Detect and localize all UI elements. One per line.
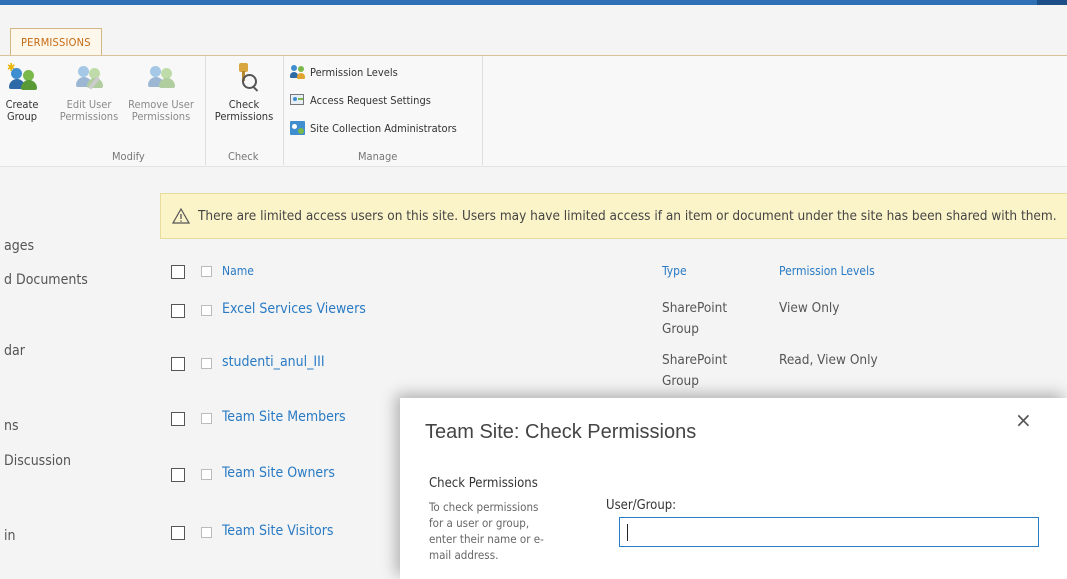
row-checkbox[interactable] <box>171 412 185 426</box>
nav-item-discussion[interactable]: Discussion <box>4 453 71 469</box>
row-select-box[interactable] <box>201 469 212 480</box>
group-name-link[interactable]: studenti_anul_III <box>222 354 325 370</box>
group-label-check: Check <box>228 150 259 163</box>
group-permission-levels: Read, View Only <box>779 352 878 368</box>
create-group-icon: ✱ <box>7 62 37 92</box>
group-name-link[interactable]: Team Site Members <box>222 409 346 425</box>
user-group-input[interactable] <box>619 517 1039 547</box>
group-name-link[interactable]: Team Site Owners <box>222 465 335 481</box>
limited-access-banner: There are limited access users on this s… <box>160 193 1067 239</box>
row-select-box[interactable] <box>201 358 212 369</box>
warning-icon <box>172 208 190 224</box>
ribbon-tabstrip: PERMISSIONS <box>0 5 1067 57</box>
column-header-name[interactable]: Name <box>222 264 254 278</box>
ribbon: ✱ Create Group Edit User Permissions Rem… <box>0 55 1067 167</box>
close-icon[interactable]: × <box>1015 408 1032 432</box>
user-group-label: User/Group: <box>606 498 677 513</box>
select-all-item-checkbox[interactable] <box>201 266 212 277</box>
text-cursor <box>627 524 628 541</box>
remove-user-permissions-button[interactable]: Remove User Permissions <box>126 62 196 123</box>
group-label-modify: Modify <box>112 150 145 163</box>
group-type: SharePoint Group <box>662 300 728 337</box>
site-collection-administrators-button[interactable]: Site Collection Administrators <box>290 120 457 136</box>
row-select-box[interactable] <box>201 413 212 424</box>
access-request-settings-button[interactable]: Access Request Settings <box>290 92 431 108</box>
dialog-title: Team Site: Check Permissions <box>425 421 697 443</box>
check-permissions-button[interactable]: Check Permissions <box>210 62 278 123</box>
access-request-icon <box>290 92 306 108</box>
row-select-box[interactable] <box>201 305 212 316</box>
group-name-link[interactable]: Excel Services Viewers <box>222 301 366 317</box>
ribbon-separator <box>283 56 284 165</box>
check-permissions-dialog: Team Site: Check Permissions × Check Per… <box>400 398 1067 579</box>
banner-text: There are limited access users on this s… <box>198 208 1057 224</box>
edit-user-icon <box>74 62 104 92</box>
edit-user-permissions-button[interactable]: Edit User Permissions <box>58 62 120 123</box>
permission-levels-icon <box>290 64 306 80</box>
row-checkbox[interactable] <box>171 357 185 371</box>
create-group-button[interactable]: ✱ Create Group <box>4 62 40 123</box>
site-admins-icon <box>290 120 306 136</box>
nav-item-calendar[interactable]: dar <box>4 343 25 359</box>
group-label-manage: Manage <box>358 150 398 163</box>
group-type: SharePoint Group <box>662 352 728 389</box>
remove-user-icon <box>146 62 176 92</box>
check-permissions-icon <box>229 62 259 92</box>
nav-item-admin[interactable]: in <box>4 528 15 544</box>
row-checkbox[interactable] <box>171 526 185 540</box>
column-header-type[interactable]: Type <box>662 264 687 278</box>
nav-item-tasks[interactable]: ns <box>4 418 19 434</box>
column-header-permission-levels[interactable]: Permission Levels <box>779 264 875 278</box>
row-checkbox[interactable] <box>171 304 185 318</box>
row-select-box[interactable] <box>201 527 212 538</box>
ribbon-separator <box>482 56 483 165</box>
tab-permissions[interactable]: PERMISSIONS <box>10 28 102 57</box>
permission-levels-button[interactable]: Permission Levels <box>290 64 398 80</box>
select-all-checkbox[interactable] <box>171 265 185 279</box>
group-permission-levels: View Only <box>779 300 840 316</box>
group-name-link[interactable]: Team Site Visitors <box>222 523 333 539</box>
row-checkbox[interactable] <box>171 468 185 482</box>
nav-item-documents[interactable]: d Documents <box>4 272 88 288</box>
ribbon-separator <box>205 56 206 165</box>
nav-item-pages[interactable]: ages <box>4 238 34 254</box>
dialog-section-title: Check Permissions <box>429 476 538 491</box>
dialog-description: To check permissions for a user or group… <box>429 500 544 562</box>
